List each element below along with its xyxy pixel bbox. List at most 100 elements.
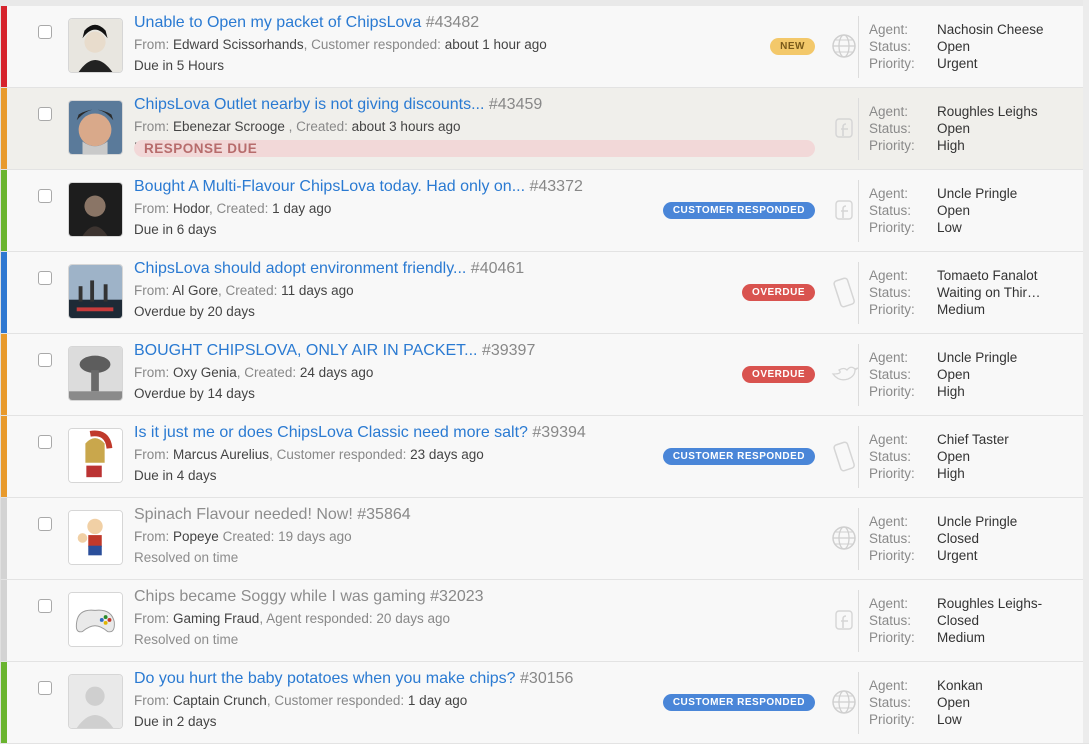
- status-value[interactable]: Open: [937, 449, 970, 466]
- ticket-title-link[interactable]: Unable to Open my packet of ChipsLova #4…: [134, 14, 479, 32]
- ticket-row[interactable]: ChipsLova should adopt environment frien…: [0, 252, 1089, 334]
- ticket-checkbox[interactable]: [38, 189, 52, 203]
- agent-value[interactable]: Uncle Pringle: [937, 350, 1017, 367]
- status-label: Status:: [869, 530, 912, 546]
- requester-name[interactable]: Gaming Fraud: [173, 611, 259, 626]
- priority-value[interactable]: Medium: [937, 630, 985, 647]
- requester-name[interactable]: Ebenezar Scrooge: [173, 119, 285, 134]
- ticket-title-link[interactable]: ChipsLova should adopt environment frien…: [134, 260, 524, 278]
- ticket-row[interactable]: Bought A Multi-Flavour ChipsLova today. …: [0, 170, 1089, 252]
- ticket-checkbox[interactable]: [38, 107, 52, 121]
- priority-value[interactable]: Low: [937, 220, 962, 237]
- ticket-title-link[interactable]: BOUGHT CHIPSLOVA, ONLY AIR IN PACKET... …: [134, 342, 535, 360]
- ticket-properties: Agent: Nachosin Cheese Status: Open Priori…: [869, 22, 1044, 72]
- agent-value[interactable]: Uncle Pringle: [937, 514, 1017, 531]
- agent-label: Agent:: [869, 678, 909, 693]
- status-value[interactable]: Closed: [937, 531, 979, 548]
- ticket-row[interactable]: BOUGHT CHIPSLOVA, ONLY AIR IN PACKET... …: [0, 334, 1089, 416]
- ticket-list: Unable to Open my packet of ChipsLova #4…: [0, 6, 1089, 744]
- status-value[interactable]: Waiting on Thir…: [937, 285, 1041, 302]
- ticket-title-link[interactable]: ChipsLova Outlet nearby is not giving di…: [134, 96, 542, 114]
- priority-value[interactable]: Urgent: [937, 548, 978, 565]
- ticket-number: #43372: [529, 178, 583, 195]
- ticket-checkbox[interactable]: [38, 681, 52, 695]
- divider: [858, 344, 859, 406]
- priority-label: Priority:: [869, 383, 915, 399]
- ticket-from-line: From: Marcus Aurelius, Customer responde…: [134, 447, 484, 462]
- scrollbar[interactable]: [1083, 0, 1089, 743]
- avatar-oxy-genia: [68, 346, 123, 401]
- ticket-checkbox[interactable]: [38, 271, 52, 285]
- ticket-time: 1 day ago: [407, 693, 468, 708]
- ticket-title-link[interactable]: Chips became Soggy while I was gaming #3…: [134, 588, 484, 606]
- requester-name[interactable]: Hodor: [173, 201, 209, 216]
- agent-value[interactable]: Roughles Leighs-: [937, 596, 1042, 613]
- status-badge: NEW: [770, 38, 815, 55]
- divider: [858, 16, 859, 78]
- agent-value[interactable]: Tomaeto Fanalot: [937, 268, 1038, 285]
- ticket-checkbox[interactable]: [38, 25, 52, 39]
- agent-value[interactable]: Uncle Pringle: [937, 186, 1017, 203]
- requester-name[interactable]: Popeye: [173, 529, 219, 544]
- status-value[interactable]: Open: [937, 695, 970, 712]
- ticket-due: Due in 6 days: [134, 222, 217, 237]
- priority-label: Priority:: [869, 629, 915, 645]
- priority-value[interactable]: Low: [937, 712, 962, 729]
- agent-value[interactable]: Chief Taster: [937, 432, 1009, 449]
- priority-color-bar: [1, 88, 7, 169]
- ticket-properties: Agent: Konkan Status: Open Priority: Low: [869, 678, 983, 728]
- priority-value[interactable]: Medium: [937, 302, 985, 319]
- ticket-row[interactable]: Unable to Open my packet of ChipsLova #4…: [0, 6, 1089, 88]
- ticket-title-link[interactable]: Do you hurt the baby potatoes when you m…: [134, 670, 573, 688]
- agent-value[interactable]: Konkan: [937, 678, 983, 695]
- ticket-row[interactable]: Do you hurt the baby potatoes when you m…: [0, 662, 1089, 744]
- avatar-edward: [68, 18, 123, 73]
- ticket-time: about 1 hour ago: [444, 37, 547, 52]
- ticket-checkbox[interactable]: [38, 517, 52, 531]
- ticket-properties: Agent: Chief Taster Status: Open Priority:…: [869, 432, 1009, 482]
- status-value[interactable]: Open: [937, 367, 970, 384]
- ticket-row[interactable]: Spinach Flavour needed! Now! #35864 From…: [0, 498, 1089, 580]
- ticket-properties: Agent: Roughles Leighs- Status: Closed Pri…: [869, 596, 1042, 646]
- globe-icon: [829, 686, 859, 718]
- agent-value[interactable]: Nachosin Cheese: [937, 22, 1044, 39]
- ticket-row[interactable]: Is it just me or does ChipsLova Classic …: [0, 416, 1089, 498]
- ticket-title-link[interactable]: Bought A Multi-Flavour ChipsLova today. …: [134, 178, 583, 196]
- status-value[interactable]: Open: [937, 121, 970, 138]
- ticket-due: Overdue by 20 days: [134, 304, 255, 319]
- requester-name[interactable]: Edward Scissorhands: [173, 37, 304, 52]
- requester-name[interactable]: Marcus Aurelius: [173, 447, 269, 462]
- priority-label: Priority:: [869, 547, 915, 563]
- ticket-from-line: From: Al Gore, Created: 11 days ago: [134, 283, 354, 298]
- requester-name[interactable]: Captain Crunch: [173, 693, 267, 708]
- globe-icon: [829, 522, 859, 554]
- status-value[interactable]: Open: [937, 39, 970, 56]
- divider: [858, 426, 859, 488]
- ticket-checkbox[interactable]: [38, 599, 52, 613]
- ticket-checkbox[interactable]: [38, 353, 52, 367]
- priority-color-bar: [1, 252, 7, 333]
- divider: [858, 262, 859, 324]
- priority-label: Priority:: [869, 465, 915, 481]
- priority-value[interactable]: High: [937, 384, 965, 401]
- priority-color-bar: [1, 498, 7, 579]
- priority-color-bar: [1, 170, 7, 251]
- agent-value[interactable]: Roughles Leighs: [937, 104, 1038, 121]
- priority-color-bar: [1, 6, 7, 87]
- requester-name[interactable]: Al Gore: [172, 283, 218, 298]
- priority-value[interactable]: High: [937, 138, 965, 155]
- priority-color-bar: [1, 416, 7, 497]
- ticket-title-link[interactable]: Spinach Flavour needed! Now! #35864: [134, 506, 411, 524]
- priority-value[interactable]: High: [937, 466, 965, 483]
- ticket-number: #43459: [488, 96, 543, 113]
- ticket-title-link[interactable]: Is it just me or does ChipsLova Classic …: [134, 424, 586, 442]
- requester-name[interactable]: Oxy Genia: [173, 365, 237, 380]
- ticket-row[interactable]: ChipsLova Outlet nearby is not giving di…: [0, 88, 1089, 170]
- facebook-icon: [829, 194, 859, 226]
- ticket-checkbox[interactable]: [38, 435, 52, 449]
- agent-label: Agent:: [869, 514, 909, 529]
- priority-value[interactable]: Urgent: [937, 56, 978, 73]
- status-value[interactable]: Closed: [937, 613, 979, 630]
- ticket-row[interactable]: Chips became Soggy while I was gaming #3…: [0, 580, 1089, 662]
- status-value[interactable]: Open: [937, 203, 970, 220]
